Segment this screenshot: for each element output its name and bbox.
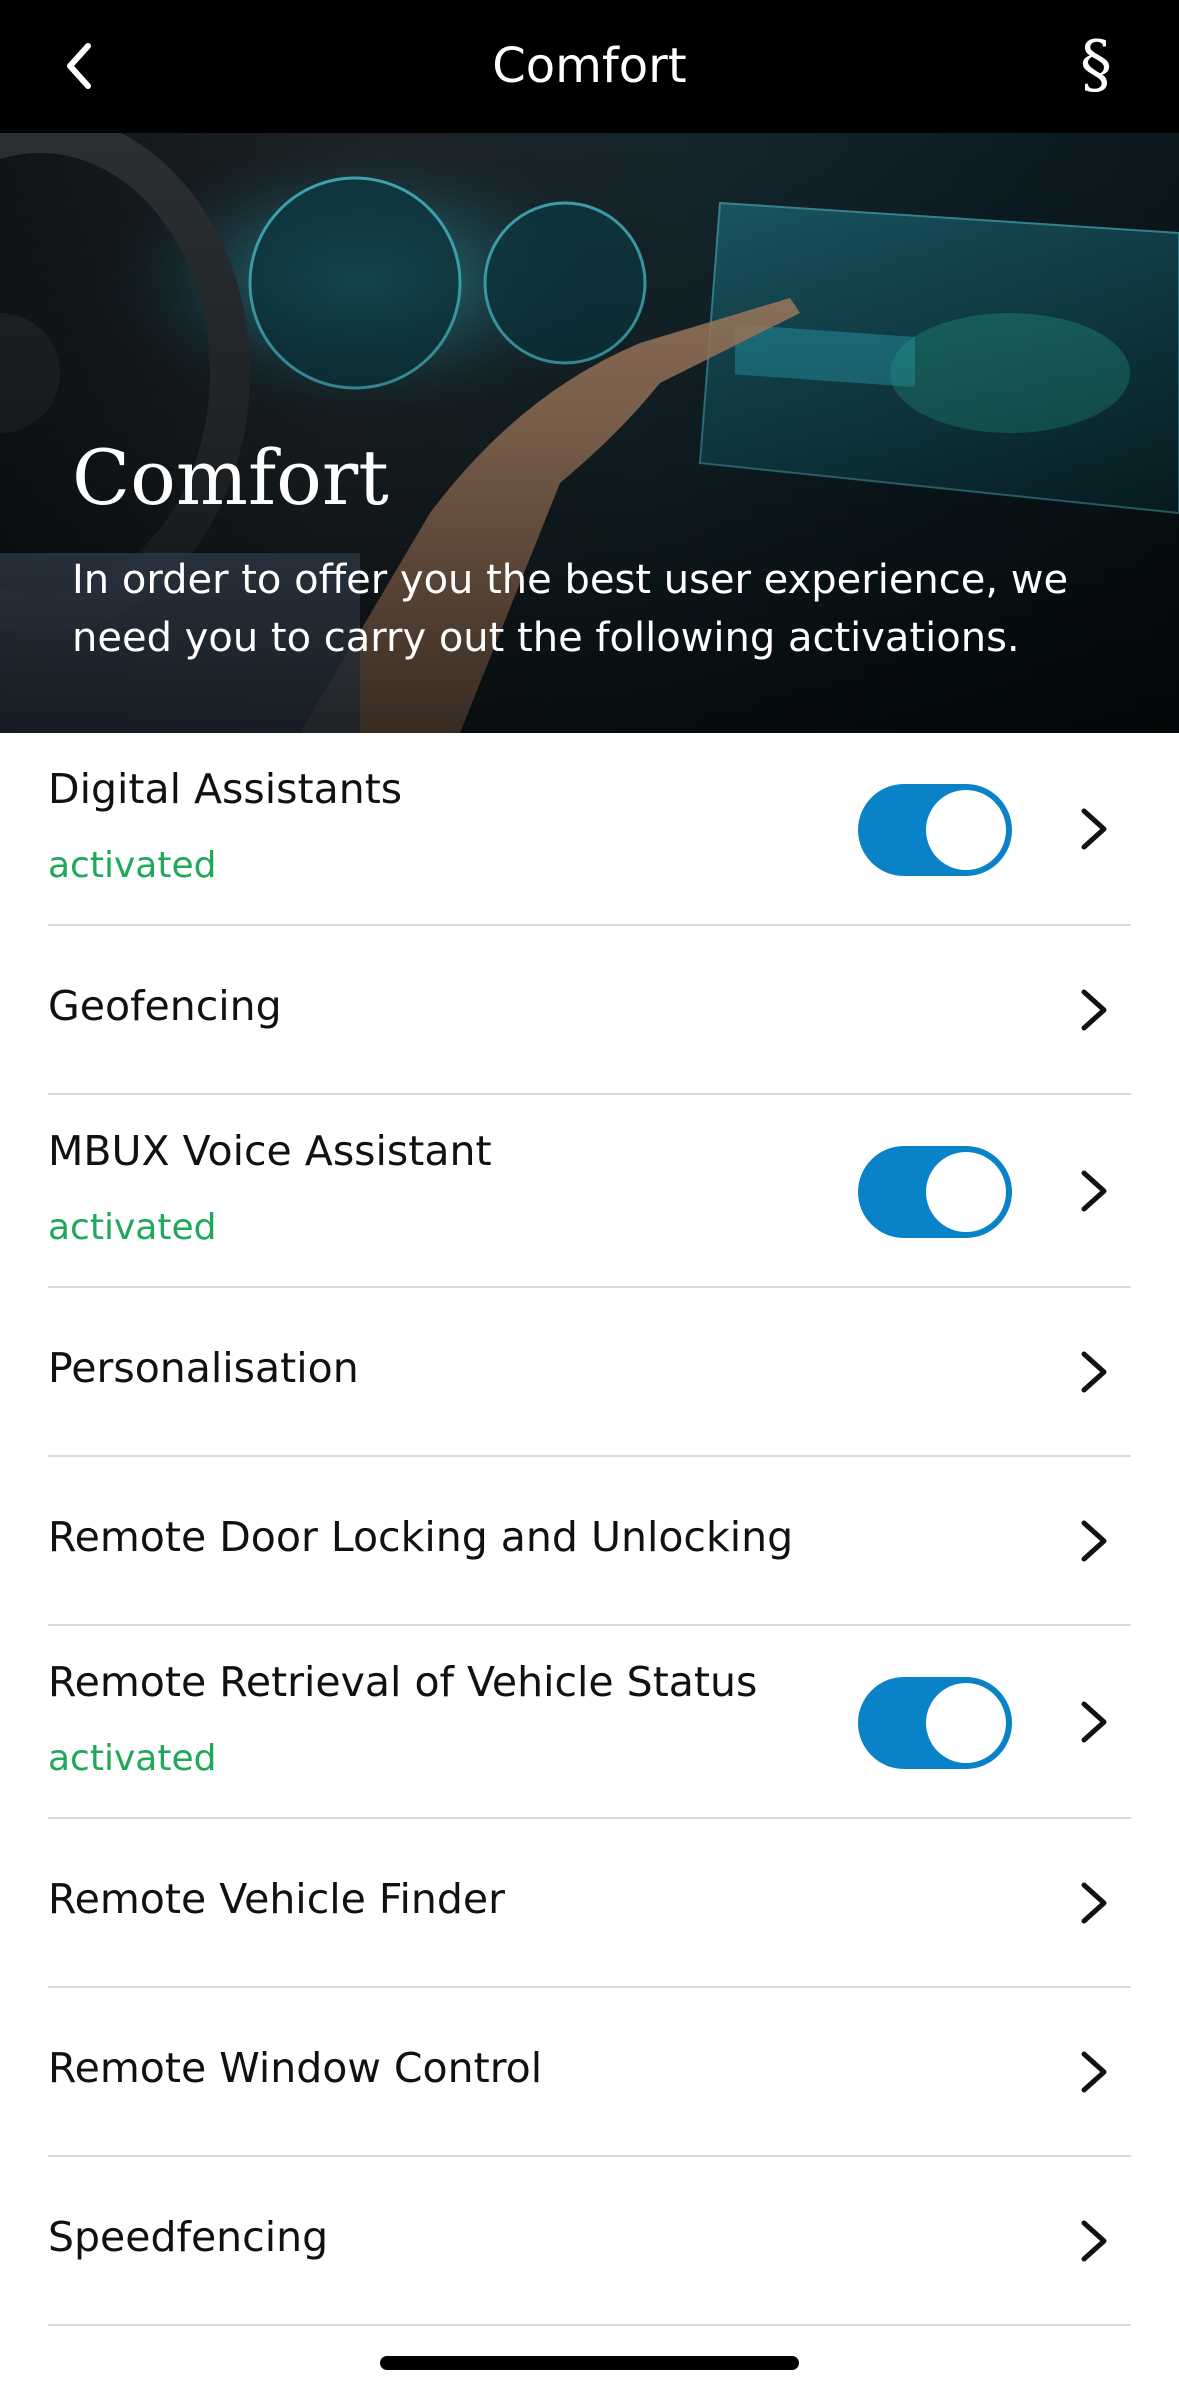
activation-list: Digital Assistants activated Geofencing …: [0, 733, 1179, 2326]
status-text: activated: [48, 1207, 217, 1248]
chevron-right-icon: [1081, 1701, 1107, 1743]
chevron-right-icon: [1081, 1351, 1107, 1393]
hero-description: In order to offer you the best user expe…: [72, 557, 1069, 661]
toggle-knob: [926, 1152, 1006, 1232]
item-label: MBUX Voice Assistant: [48, 1127, 492, 1175]
hero-banner: Comfort In order to offer you the best u…: [0, 133, 1179, 733]
chevron-right-icon: [1081, 1882, 1107, 1924]
section-sign-icon: §: [1080, 28, 1112, 102]
item-label: Digital Assistants: [48, 765, 403, 813]
chevron-right-icon: [1081, 808, 1107, 850]
list-item-personalisation[interactable]: Personalisation: [48, 1288, 1131, 1457]
item-label: Remote Retrieval of Vehicle Status: [48, 1658, 758, 1706]
status-text: activated: [48, 845, 217, 886]
toggle-knob: [926, 1683, 1006, 1763]
list-item-remote-window-control[interactable]: Remote Window Control: [48, 1988, 1131, 2157]
hero-title: Comfort: [72, 433, 389, 522]
list-item-speedfencing[interactable]: Speedfencing: [48, 2157, 1131, 2326]
item-label: Personalisation: [48, 1344, 359, 1392]
chevron-right-icon: [1081, 989, 1107, 1031]
page-title: Comfort: [492, 38, 687, 94]
navigation-bar: Comfort §: [0, 0, 1179, 133]
item-label: Speedfencing: [48, 2213, 329, 2261]
list-item-geofencing[interactable]: Geofencing: [48, 926, 1131, 1095]
chevron-right-icon: [1081, 2051, 1107, 2093]
digital-assistants-toggle[interactable]: [858, 784, 1012, 876]
item-label: Geofencing: [48, 982, 282, 1030]
list-item-remote-door-locking[interactable]: Remote Door Locking and Unlocking: [48, 1457, 1131, 1626]
status-text: activated: [48, 1738, 217, 1779]
item-label: Remote Door Locking and Unlocking: [48, 1513, 794, 1561]
remote-retrieval-toggle[interactable]: [858, 1677, 1012, 1769]
mbux-voice-assistant-toggle[interactable]: [858, 1146, 1012, 1238]
legal-button[interactable]: §: [1071, 30, 1121, 100]
item-label: Remote Window Control: [48, 2044, 543, 2092]
list-item-remote-retrieval-vehicle-status[interactable]: Remote Retrieval of Vehicle Status activ…: [48, 1626, 1131, 1819]
list-item-digital-assistants[interactable]: Digital Assistants activated: [48, 733, 1131, 926]
chevron-right-icon: [1081, 1520, 1107, 1562]
chevron-right-icon: [1081, 2220, 1107, 2262]
toggle-knob: [926, 790, 1006, 870]
list-item-mbux-voice-assistant[interactable]: MBUX Voice Assistant activated: [48, 1095, 1131, 1288]
list-item-remote-vehicle-finder[interactable]: Remote Vehicle Finder: [48, 1819, 1131, 1988]
item-label: Remote Vehicle Finder: [48, 1875, 505, 1923]
chevron-right-icon: [1081, 1170, 1107, 1212]
home-indicator[interactable]: [380, 2356, 799, 2370]
